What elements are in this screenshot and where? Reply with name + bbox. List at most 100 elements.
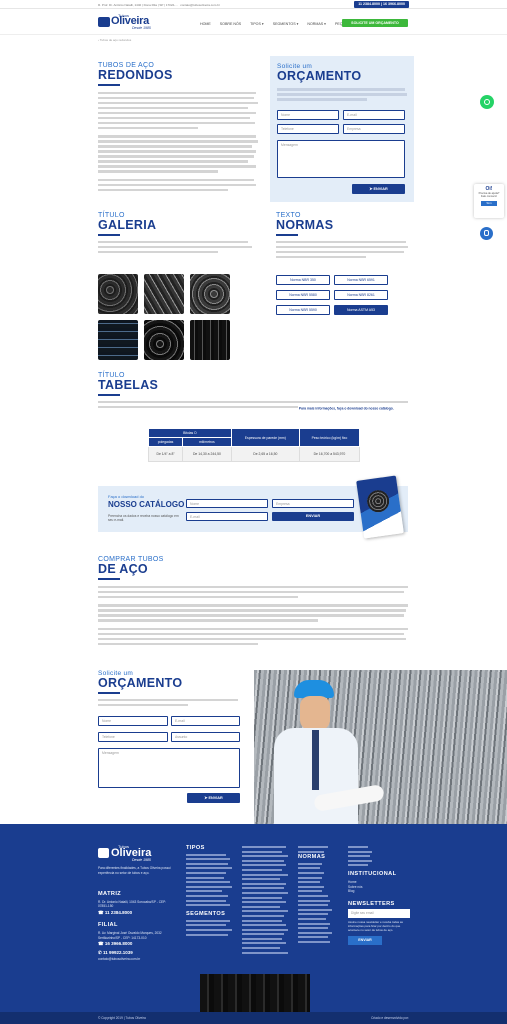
newsletter-submit-button[interactable]: ENVIAR [348,935,382,945]
company-field[interactable]: Empresa [343,124,405,134]
logo-mark-icon [98,848,109,858]
table-cell: De 2,65 a 16,50 [230,446,300,462]
norm-button-6[interactable]: Norma ASTM A53 [334,305,388,315]
filial-phone[interactable]: ☎ 16 3966.8000 [98,941,176,947]
table-header-weight: Peso teórico (kg/m) fixo [298,428,361,447]
footer-link-blog[interactable]: Blog [348,889,410,894]
matriz-phone[interactable]: ☎ 11 2384.8000 [98,910,176,916]
dimensions-table: Bitolas D Espessura de parede (mm) Peso … [147,428,361,462]
institucional-title: INSTITUCIONAL [348,871,397,878]
catalog-cover-image [356,475,404,539]
header-quote-button[interactable]: SOLICITE UM ORÇAMENTO [342,19,408,27]
tables-section: TÍTULO TABELAS Para mais informações, fa… [98,372,408,411]
quote2-message-field[interactable]: Mensagem [98,748,240,788]
newsletter-title: NEWSLETTERS [348,900,395,907]
nav-home[interactable]: HOME [200,22,211,26]
nav-segmentos[interactable]: SEGMENTOS ▾ [273,22,299,26]
breadcrumb[interactable]: › Tubos de aço redondos [98,38,131,42]
chat-yes-button[interactable]: Sim [481,201,497,207]
gallery-section: TÍTULO GALERIA [98,212,258,256]
catalog-submit-button[interactable]: ENVIAR [272,512,354,521]
intro-text-lines [98,91,258,191]
nav-tipos[interactable]: TIPOS ▾ [250,22,264,26]
logo-mark-icon [98,17,110,27]
gallery-image-3[interactable] [190,274,230,314]
topbar-phones[interactable]: 11 2384.8000 | 16 3966.8000 [354,1,409,8]
chat-icon [484,230,489,236]
catalog-desc: Preencha os dados e receba nosso catálog… [108,514,179,523]
tie-shape [312,730,319,790]
face-shape [300,696,330,730]
quote2-submit-button[interactable]: ➤ ENVIAR [187,793,240,803]
title-underline [98,394,120,396]
quote2-phone-field[interactable]: Telefone [98,732,168,742]
nav-sobre[interactable]: SOBRE NÓS [220,22,241,26]
gallery-image-5[interactable] [144,320,184,360]
nav-normas[interactable]: NORMAS ▾ [307,22,326,26]
footer-tipos-2 [242,846,292,956]
gallery-image-1[interactable] [98,274,138,314]
table-cell: De 14,30 a 244,50 [182,446,232,462]
footer-logo[interactable]: Tubos Oliveira Desde 1985 [98,844,173,862]
table-header-thickness: Espessura de parede (mm) [230,428,300,447]
tables-title: TABELAS [98,378,159,392]
catalog-download-panel: Faça o download do NOSSO CATÁLOGO Preenc… [98,475,408,539]
catalog-name-field[interactable]: Nome [186,499,268,508]
norm-button-1[interactable]: Norma NBR 350 [276,275,330,285]
table-cell: De 16,700 a 543,970 [298,446,361,462]
catalog-company-field[interactable]: Empresa [272,499,354,508]
norm-button-4[interactable]: Norma NBR 8261 [334,290,388,300]
filial-email[interactable]: contato@tubosoliveira.com.br [98,957,176,962]
buy-section: COMPRAR TUBOS DE AÇO [98,556,408,648]
table-header-mm: milímetros [182,437,232,447]
chat-popup: Oi! Precisa de ajuda? Fale conosco! Sim [474,184,504,218]
quote-submit-button[interactable]: ➤ ENVIAR [352,184,405,194]
matriz-address: R. Dr. Antonio Natalli, 1043 Sorocaba/SP… [98,899,167,909]
norm-button-5[interactable]: Norma NBR 5590 [276,305,330,315]
catalog-download-link[interactable]: Para mais informações, faça o download d… [299,406,394,410]
site-header: Tubos Oliveira Desde 1985 HOME SOBRE NÓS… [0,9,507,35]
newsletter-email-field[interactable]: Digite seu email [348,909,410,919]
normas-title: NORMAS [298,854,326,861]
footer-normas: NORMAS [298,846,344,945]
newsletter-desc: Assine nossa newsletter e receba todas a… [348,920,403,932]
quote2-email-field[interactable]: E-mail [171,716,240,726]
title-underline [98,84,120,86]
buy-title: DE AÇO [98,562,148,576]
topbar-address: R. Prof. Dr. Antônio Natalli, 1440 | Don… [98,3,178,7]
footer-right: INSTITUCIONAL Home Sobre nós Blog NEWSLE… [348,846,410,945]
whatsapp-button[interactable] [480,95,494,109]
filial-title: FILIAL [98,922,118,929]
gallery-image-2[interactable] [144,274,184,314]
catalog-email-field[interactable]: E-mail [186,512,268,521]
gallery-title: GALERIA [98,218,157,232]
phone-field[interactable]: Telefone [277,124,339,134]
quote2-title: ORÇAMENTO [98,676,183,690]
chat-text: Precisa de ajuda? Fale conosco! [478,192,500,199]
name-field[interactable]: Nome [277,110,339,120]
norm-button-2[interactable]: Norma NBR 6591 [334,275,388,285]
catalog-title: NOSSO CATÁLOGO [108,500,185,509]
topbar-email[interactable]: contato@tubosoliveira.com.br [180,3,220,7]
site-logo[interactable]: Tubos Oliveira Desde 1985 [98,12,162,30]
norms-title: NORMAS [276,218,334,232]
email-field[interactable]: E-mail [343,110,405,120]
title-underline [98,234,120,236]
gallery-image-6[interactable] [190,320,230,360]
message-field[interactable]: Mensagem [277,140,405,178]
footer-logo-desde: Desde 1985 [132,858,151,862]
gallery-image-4[interactable] [98,320,138,360]
norm-button-3[interactable]: Norma NBR 5580 [276,290,330,300]
footer-bottom-bar: © Copyright 2019 | Tubos Oliveira Criado… [0,1012,507,1024]
site-footer: Tubos Oliveira Desde 1985 Para diferente… [0,824,507,1024]
title-underline [276,234,298,236]
table-cell: De 1/4" a 8" [147,446,184,462]
quote2-subject-field[interactable]: Assunto [171,732,240,742]
intro-title: REDONDOS [98,68,173,82]
chat-toggle-button[interactable] [480,227,493,240]
quote2-name-field[interactable]: Nome [98,716,168,726]
norms-section: TEXTO NORMAS [276,212,411,261]
segmentos-title: SEGMENTOS [186,911,226,918]
filial-phone2[interactable]: ✆ 11 99922.1039 [98,950,176,956]
credit[interactable]: Criado e desenvolvido por: [371,1016,409,1020]
